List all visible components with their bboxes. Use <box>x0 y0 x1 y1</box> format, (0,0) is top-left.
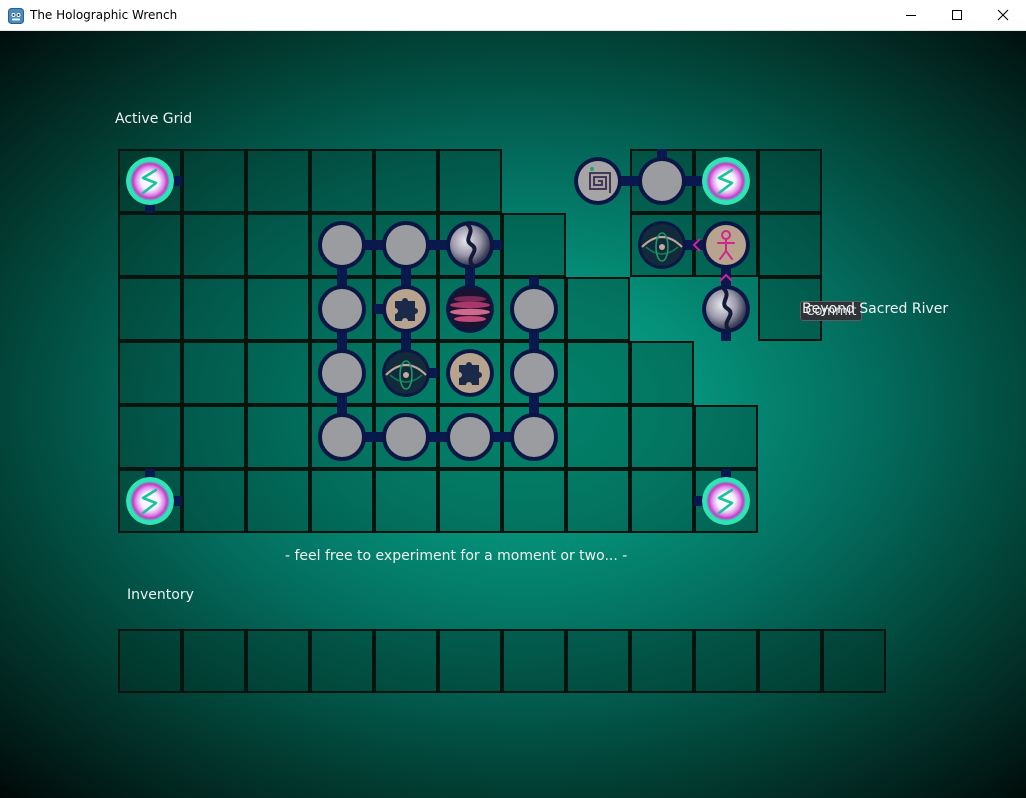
grid-node[interactable] <box>510 285 558 333</box>
grid-cell[interactable] <box>630 405 694 469</box>
result-text: Beyond Sacred River <box>802 301 949 317</box>
hint-text: - feel free to experiment for a moment o… <box>285 548 628 564</box>
grid-cell[interactable] <box>566 405 630 469</box>
eye-icon[interactable] <box>638 221 686 269</box>
grid-cell[interactable] <box>374 149 438 213</box>
grid-cell[interactable] <box>566 469 630 533</box>
maximize-icon <box>952 10 962 20</box>
grid-cell[interactable] <box>246 213 310 277</box>
close-icon <box>997 9 1009 21</box>
grid-cell[interactable] <box>246 149 310 213</box>
inventory-slot[interactable] <box>182 629 246 693</box>
grid-cell[interactable] <box>182 149 246 213</box>
chevron-up-icon <box>718 268 734 282</box>
puzzle-icon[interactable] <box>382 285 430 333</box>
grid-cell[interactable] <box>182 469 246 533</box>
inventory-slot[interactable] <box>758 629 822 693</box>
puzzle-icon[interactable] <box>446 349 494 397</box>
grid-cell[interactable] <box>182 213 246 277</box>
title-bar: The Holographic Wrench <box>0 0 1026 31</box>
grid-cell[interactable] <box>118 213 182 277</box>
inventory-slot[interactable] <box>374 629 438 693</box>
grid-cell[interactable] <box>438 469 502 533</box>
inventory-slot[interactable] <box>246 629 310 693</box>
minimize-button[interactable] <box>888 0 934 31</box>
app-icon <box>8 8 24 24</box>
active-grid-label: Active Grid <box>115 111 193 127</box>
inventory-slot[interactable] <box>566 629 630 693</box>
disc-icon[interactable] <box>446 285 494 333</box>
grid-cell[interactable] <box>182 277 246 341</box>
inventory-slot[interactable] <box>630 629 694 693</box>
grid-cell[interactable] <box>246 277 310 341</box>
grid-node[interactable] <box>510 413 558 461</box>
window-title: The Holographic Wrench <box>30 8 178 22</box>
game-window: The Holographic Wrench Active Grid Commi… <box>0 0 1026 798</box>
grid-cell[interactable] <box>502 469 566 533</box>
grid-cell[interactable] <box>566 341 630 405</box>
inventory-label: Inventory <box>127 587 194 603</box>
river-icon[interactable] <box>446 221 494 269</box>
grid-node[interactable] <box>382 413 430 461</box>
inventory-slot[interactable] <box>694 629 758 693</box>
grid-node[interactable] <box>318 285 366 333</box>
grid-cell[interactable] <box>438 149 502 213</box>
grid-cell[interactable] <box>630 469 694 533</box>
grid-cell[interactable] <box>374 469 438 533</box>
spark-icon[interactable] <box>702 157 750 205</box>
grid-node[interactable] <box>382 221 430 269</box>
spark-icon[interactable] <box>126 477 174 525</box>
grid-cell[interactable] <box>758 213 822 277</box>
grid-cell[interactable] <box>694 405 758 469</box>
close-button[interactable] <box>980 0 1026 31</box>
grid-cell[interactable] <box>246 469 310 533</box>
grid-cell[interactable] <box>246 341 310 405</box>
grid-cell[interactable] <box>502 213 566 277</box>
grid-cell[interactable] <box>758 149 822 213</box>
grid-node[interactable] <box>318 221 366 269</box>
inventory-slot[interactable] <box>310 629 374 693</box>
grid-cell[interactable] <box>182 341 246 405</box>
minimize-icon <box>906 15 916 16</box>
grid-cell[interactable] <box>310 469 374 533</box>
spiral-icon[interactable] <box>574 157 622 205</box>
grid-cell[interactable] <box>118 341 182 405</box>
grid-cell[interactable] <box>566 277 630 341</box>
inventory-slot[interactable] <box>822 629 886 693</box>
grid-node[interactable] <box>638 157 686 205</box>
grid-cell[interactable] <box>310 149 374 213</box>
inventory-slot[interactable] <box>118 629 182 693</box>
grid-node[interactable] <box>510 349 558 397</box>
grid-cell[interactable] <box>246 405 310 469</box>
figure-icon[interactable] <box>702 221 750 269</box>
grid-node[interactable] <box>318 413 366 461</box>
grid-cell[interactable] <box>118 405 182 469</box>
spark-icon[interactable] <box>126 157 174 205</box>
grid-node[interactable] <box>446 413 494 461</box>
inventory-slot[interactable] <box>502 629 566 693</box>
spark-icon[interactable] <box>702 477 750 525</box>
chevron-left-icon <box>692 237 702 253</box>
river-icon[interactable] <box>702 285 750 333</box>
grid-cell[interactable] <box>182 405 246 469</box>
grid-node[interactable] <box>318 349 366 397</box>
maximize-button[interactable] <box>934 0 980 31</box>
grid-cell[interactable] <box>118 277 182 341</box>
inventory-slot[interactable] <box>438 629 502 693</box>
eye-icon[interactable] <box>382 349 430 397</box>
grid-cell[interactable] <box>630 341 694 405</box>
game-area: Active Grid Commit Beyond Sacred River -… <box>0 31 1026 798</box>
